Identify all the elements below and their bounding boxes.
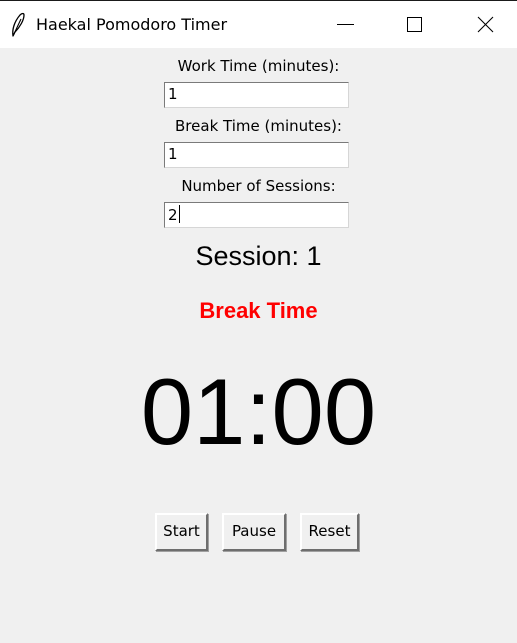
close-icon (477, 16, 494, 33)
break-time-input[interactable]: 1 (164, 142, 349, 168)
session-counter: Session: 1 (195, 241, 322, 271)
sessions-label: Number of Sessions: (181, 177, 336, 195)
sessions-value: 2 (168, 206, 178, 224)
maximize-button[interactable] (391, 1, 437, 48)
close-button[interactable] (462, 1, 508, 48)
break-time-value: 1 (168, 145, 178, 163)
work-time-label: Work Time (minutes): (177, 57, 340, 75)
text-caret (178, 205, 180, 223)
reset-button[interactable]: Reset (300, 513, 359, 551)
start-button[interactable]: Start (155, 513, 208, 551)
minimize-button[interactable] (322, 1, 368, 48)
app-window: Haekal Pomodoro Timer Work Time (minutes… (0, 0, 517, 643)
break-time-label: Break Time (minutes): (175, 117, 342, 135)
countdown-display: 01:00 (140, 359, 377, 464)
pause-button[interactable]: Pause (222, 513, 286, 551)
work-time-value: 1 (168, 85, 178, 103)
window-title: Haekal Pomodoro Timer (36, 15, 228, 34)
minimize-icon (337, 24, 354, 25)
feather-icon (9, 12, 27, 38)
title-bar[interactable]: Haekal Pomodoro Timer (0, 1, 517, 48)
work-time-input[interactable]: 1 (164, 82, 349, 108)
maximize-icon (407, 17, 422, 32)
phase-label: Break Time (199, 298, 318, 323)
sessions-input[interactable]: 2 (164, 202, 349, 228)
